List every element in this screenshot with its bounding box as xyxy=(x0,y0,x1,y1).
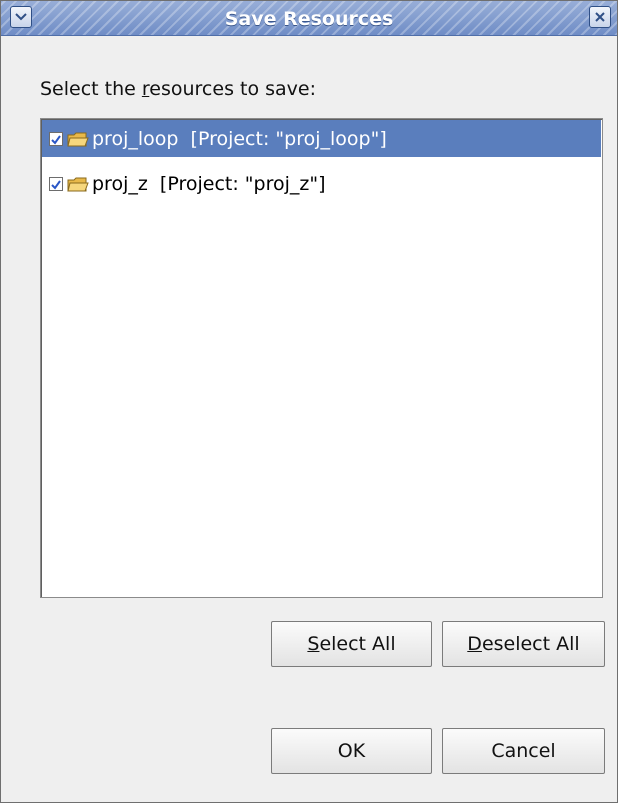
resource-detail: [Project: "proj_loop"] xyxy=(178,127,387,150)
ok-button[interactable]: OK xyxy=(271,728,432,774)
resource-name: proj_loop xyxy=(92,127,179,150)
close-button[interactable] xyxy=(589,6,611,28)
prompt-text-before: Select the xyxy=(40,78,142,100)
folder-icon xyxy=(67,131,89,147)
list-item[interactable]: proj_z [Project: "proj_z"] xyxy=(42,165,601,202)
resource-detail: [Project: "proj_z"] xyxy=(147,172,326,195)
select-all-label: elect All xyxy=(319,633,396,655)
select-all-mnemonic: S xyxy=(307,633,320,655)
title-bar[interactable]: Save Resources xyxy=(1,1,617,36)
prompt-text-after: esources to save: xyxy=(149,78,316,100)
checkmark-icon xyxy=(51,128,61,150)
resources-prompt-label: Select the resources to save: xyxy=(40,78,316,100)
resource-label: proj_loop [Project: "proj_loop"] xyxy=(92,128,387,150)
deselect-all-mnemonic: D xyxy=(467,633,482,655)
resource-name: proj_z xyxy=(92,172,148,195)
window-title: Save Resources xyxy=(224,8,394,30)
resource-checkbox[interactable] xyxy=(49,176,63,191)
select-all-button[interactable]: Select All xyxy=(271,621,432,667)
folder-icon xyxy=(67,176,89,192)
resource-label: proj_z [Project: "proj_z"] xyxy=(92,173,326,195)
close-icon xyxy=(595,12,605,22)
deselect-all-label: eselect All xyxy=(481,633,580,655)
save-resources-dialog: Save Resources Select the resources to s… xyxy=(0,0,618,803)
resources-list[interactable]: proj_loop [Project: "proj_loop"] proj_z … xyxy=(40,118,603,598)
deselect-all-button[interactable]: Deselect All xyxy=(442,621,605,667)
resource-checkbox[interactable] xyxy=(49,131,63,146)
cancel-button[interactable]: Cancel xyxy=(442,728,605,774)
list-item[interactable]: proj_loop [Project: "proj_loop"] xyxy=(42,120,601,157)
checkmark-icon xyxy=(51,173,61,195)
